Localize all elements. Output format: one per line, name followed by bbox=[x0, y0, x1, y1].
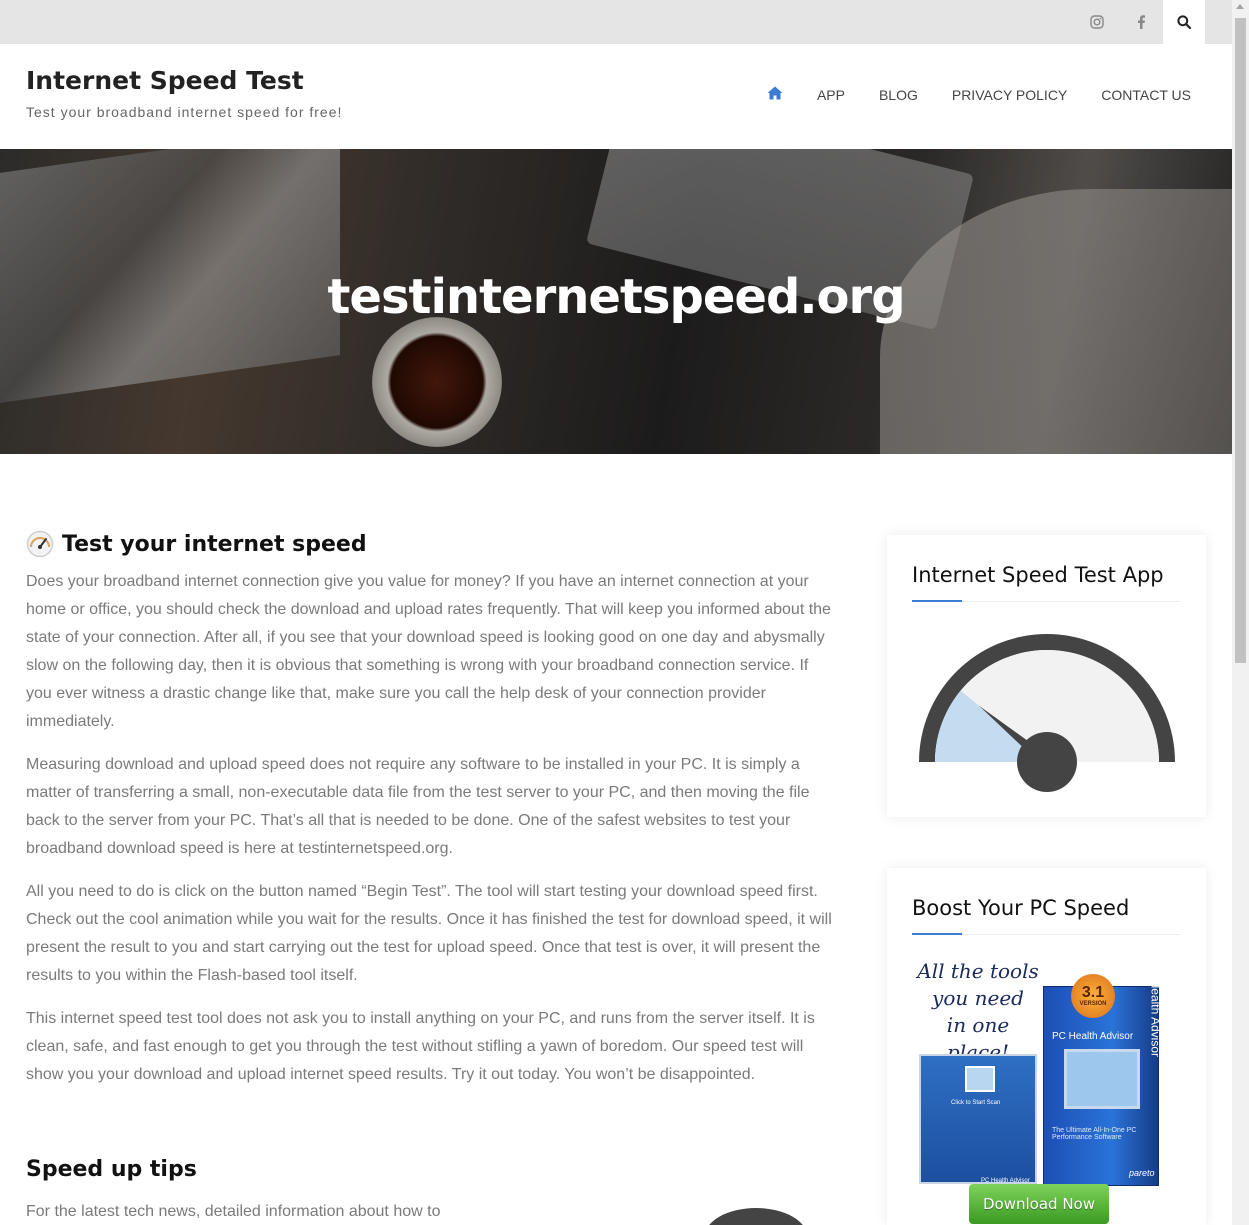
scroll-up-arrow-icon[interactable] bbox=[1236, 4, 1244, 9]
hero-banner: testinternetspeed.org bbox=[0, 149, 1232, 454]
speedometer-icon bbox=[26, 530, 54, 558]
product-box-title: PC Health Advisor bbox=[1052, 1031, 1134, 1042]
widget-speed-test-app: Internet Speed Test App bbox=[887, 535, 1206, 817]
product-box-side: PC Health Advisor bbox=[1148, 959, 1162, 1057]
product-screen-icon bbox=[1064, 1049, 1140, 1109]
gauge-hub bbox=[1017, 732, 1077, 792]
section-title-text: Test your internet speed bbox=[62, 531, 367, 557]
widget-divider-accent bbox=[912, 600, 962, 602]
scroll-thumb[interactable] bbox=[1235, 18, 1246, 663]
nav-item-privacy-policy[interactable]: PRIVACY POLICY bbox=[952, 87, 1067, 103]
page-scrollbar[interactable] bbox=[1232, 0, 1249, 1225]
version-badge: 3.1 VERSION bbox=[1071, 974, 1115, 1018]
widget-title: Boost Your PC Speed bbox=[912, 896, 1130, 920]
home-icon[interactable] bbox=[767, 86, 783, 103]
paragraph: This internet speed test tool does not a… bbox=[26, 1010, 815, 1083]
instagram-icon[interactable] bbox=[1076, 0, 1118, 44]
tips-image bbox=[704, 1208, 808, 1225]
main-content: Test your internet speed Does your broad… bbox=[26, 530, 838, 1089]
promo-headline-line: you need bbox=[932, 986, 1024, 1010]
product-box-foot: The Ultimate All-In-One PC Performance S… bbox=[1052, 1127, 1137, 1141]
pc-health-advisor-ad[interactable]: All the tools you need in one place! PC … bbox=[915, 958, 1185, 1225]
promo-headline: All the tools you need in one place! bbox=[915, 958, 1041, 1066]
widget-divider-accent bbox=[912, 933, 962, 935]
speed-gauge-graphic[interactable] bbox=[911, 625, 1183, 795]
paragraph: All you need to do is click on the butto… bbox=[26, 883, 832, 984]
hero-title: testinternetspeed.org bbox=[327, 269, 905, 325]
paragraph: Does your broadband internet connection … bbox=[26, 573, 831, 730]
facebook-icon[interactable] bbox=[1120, 0, 1162, 44]
search-icon[interactable] bbox=[1163, 0, 1205, 44]
promo-headline-line: All the tools bbox=[917, 959, 1039, 983]
app-monitor-icon bbox=[965, 1066, 995, 1092]
version-number: 3.1 bbox=[1081, 984, 1105, 1001]
app-screenshot: Click to Start Scan PC Health Advisor bbox=[919, 1054, 1037, 1184]
top-bar bbox=[0, 0, 1232, 44]
download-now-button[interactable]: Download Now bbox=[969, 1184, 1109, 1224]
nav-item-app[interactable]: APP bbox=[817, 87, 845, 103]
app-scan-label: Click to Start Scan bbox=[951, 1100, 1001, 1106]
version-label: VERSION bbox=[1079, 1001, 1107, 1007]
tips-text: For the latest tech news, detailed infor… bbox=[26, 1203, 441, 1220]
widget-title: Internet Speed Test App bbox=[912, 563, 1164, 587]
nav-item-contact-us[interactable]: CONTACT US bbox=[1101, 87, 1191, 103]
brand-logo: pareto bbox=[1129, 1168, 1155, 1178]
widget-boost-pc: Boost Your PC Speed All the tools you ne… bbox=[887, 868, 1206, 1225]
site-header: Internet Speed Test Test your broadband … bbox=[0, 44, 1232, 149]
main-nav: APP BLOG PRIVACY POLICY CONTACT US bbox=[733, 86, 1191, 103]
section-title: Test your internet speed bbox=[26, 530, 838, 558]
site-title[interactable]: Internet Speed Test bbox=[26, 66, 304, 95]
site-tagline: Test your broadband internet speed for f… bbox=[26, 104, 343, 120]
tips-title: Speed up tips bbox=[26, 1157, 197, 1182]
nav-item-blog[interactable]: BLOG bbox=[879, 87, 918, 103]
paragraph: Measuring download and upload speed does… bbox=[26, 756, 810, 857]
